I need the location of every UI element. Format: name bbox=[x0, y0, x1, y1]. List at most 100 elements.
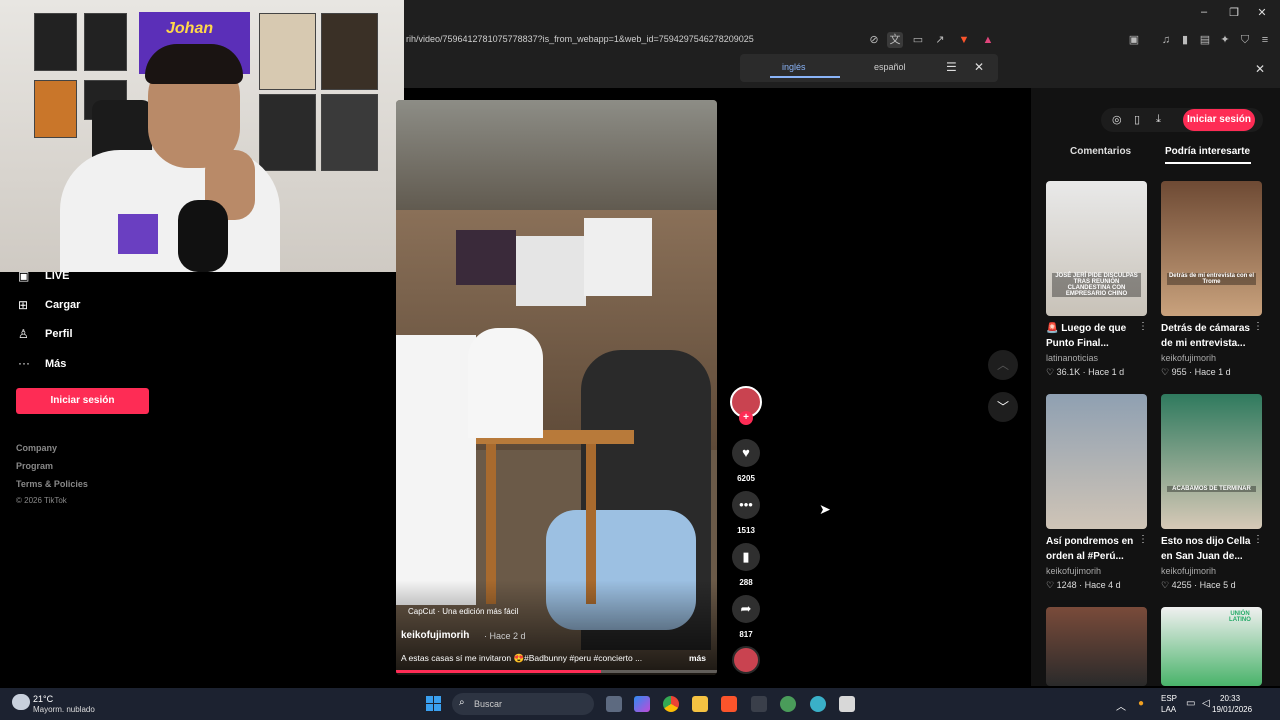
footer-company-link[interactable]: Company bbox=[16, 443, 57, 453]
footer-terms-link[interactable]: Terms & Policies bbox=[16, 479, 88, 489]
related-video-author[interactable]: keikofujimorih bbox=[1161, 353, 1216, 363]
cast-icon[interactable]: ▭ bbox=[910, 32, 926, 48]
name-banner-text: Johan bbox=[166, 20, 214, 37]
shirt-logo bbox=[118, 214, 158, 254]
brave-icon[interactable] bbox=[721, 696, 737, 712]
vpn-icon[interactable]: ⛉ bbox=[1237, 32, 1253, 48]
comment-icon[interactable]: ••• bbox=[732, 491, 760, 519]
taskbar-search-placeholder[interactable]: Buscar bbox=[474, 699, 502, 709]
card-options-icon[interactable]: ⋮ bbox=[1253, 321, 1263, 332]
caption-more-link[interactable]: más bbox=[689, 653, 706, 663]
wall-poster bbox=[34, 13, 77, 71]
wall-poster bbox=[321, 94, 378, 171]
related-video-thumbnail[interactable]: UNIÓN LATINO bbox=[1161, 607, 1262, 686]
extensions-icon[interactable]: ✦ bbox=[1217, 32, 1233, 48]
related-video-title[interactable]: 🚨 Luego de que Punto Final... bbox=[1046, 321, 1147, 351]
related-video-title[interactable]: Así pondremos en orden al #Perú... bbox=[1046, 534, 1147, 564]
close-video-icon[interactable]: ✕ bbox=[1255, 62, 1265, 76]
task-view-icon[interactable] bbox=[606, 696, 622, 712]
related-video-stats: ♡ 1248 · Hace 4 d bbox=[1046, 580, 1121, 591]
translate-close-icon[interactable]: ✕ bbox=[974, 60, 984, 74]
rewards-icon[interactable]: ▲ bbox=[980, 32, 996, 48]
sidebar-toggle-icon[interactable]: ▣ bbox=[1126, 32, 1142, 48]
mobile-icon[interactable]: ▯ bbox=[1134, 113, 1140, 126]
chrome-icon[interactable] bbox=[663, 696, 679, 712]
tab-comments[interactable]: Comentarios bbox=[1070, 146, 1131, 157]
share-arrow-icon[interactable]: ➦ bbox=[732, 595, 760, 623]
music-icon[interactable]: ♫ bbox=[1158, 32, 1174, 48]
file-explorer-icon[interactable] bbox=[692, 696, 708, 712]
related-video-stats: ♡ 955 · Hace 1 d bbox=[1161, 367, 1231, 378]
share-icon[interactable]: ↗ bbox=[932, 32, 948, 48]
related-video-thumbnail[interactable] bbox=[1046, 394, 1147, 529]
brave-shield-icon[interactable]: ▼ bbox=[956, 32, 972, 48]
no-tracking-icon[interactable]: ⊘ bbox=[866, 32, 882, 48]
edge-icon[interactable] bbox=[810, 696, 826, 712]
minimize-button[interactable]: – bbox=[1194, 6, 1214, 22]
reader-icon[interactable]: ▮ bbox=[1177, 32, 1193, 48]
sidebar-item-more[interactable]: Más bbox=[45, 358, 66, 370]
header-login-button[interactable]: Iniciar sesión bbox=[1183, 109, 1255, 131]
tray-overflow-icon[interactable]: ︿ bbox=[1116, 698, 1126, 713]
translate-popup: inglés español ☰ ✕ bbox=[740, 54, 998, 82]
follow-plus-icon[interactable]: + bbox=[739, 411, 753, 425]
next-video-button[interactable]: ﹀ bbox=[988, 392, 1018, 422]
music-disc-avatar[interactable] bbox=[732, 646, 760, 674]
separator: · bbox=[1076, 580, 1085, 590]
bookmark-icon[interactable]: ▮ bbox=[732, 543, 760, 571]
input-language[interactable]: ESP bbox=[1161, 694, 1177, 703]
start-button[interactable] bbox=[426, 696, 442, 712]
related-video-thumbnail[interactable] bbox=[1046, 607, 1147, 686]
wall-poster bbox=[259, 94, 316, 171]
app-icon[interactable] bbox=[839, 696, 855, 712]
related-video-title[interactable]: Esto nos dijo Cella en San Juan de... bbox=[1161, 534, 1262, 564]
login-button[interactable]: Iniciar sesión bbox=[16, 388, 149, 414]
related-video-author[interactable]: keikofujimorih bbox=[1046, 566, 1101, 576]
related-video-author[interactable]: keikofujimorih bbox=[1161, 566, 1216, 576]
video-progress-bar[interactable] bbox=[396, 670, 717, 673]
chrome-profile-icon[interactable] bbox=[780, 696, 796, 712]
weather-description[interactable]: Mayorm. nublado bbox=[33, 705, 95, 714]
card-options-icon[interactable]: ⋮ bbox=[1138, 321, 1148, 332]
wallet-icon[interactable]: ▤ bbox=[1197, 32, 1213, 48]
related-video-thumbnail[interactable]: JOSÉ JERÍ PIDE DISCULPAS TRAS REUNIÓN CL… bbox=[1046, 181, 1147, 316]
video-author[interactable]: keikofujimorih bbox=[401, 630, 469, 641]
related-video-thumbnail[interactable]: Detrás de mi entrevista con el Trome bbox=[1161, 181, 1262, 316]
microphone-icon[interactable]: ● bbox=[1138, 698, 1144, 709]
video-player[interactable]: CapCut · Una edición más fácil keikofuji… bbox=[396, 100, 717, 675]
close-window-button[interactable]: ✕ bbox=[1252, 6, 1272, 22]
copilot-icon[interactable] bbox=[634, 696, 650, 712]
separator: · bbox=[1080, 367, 1089, 377]
sidebar-item-profile[interactable]: Perfil bbox=[45, 328, 73, 340]
card-options-icon[interactable]: ⋮ bbox=[1138, 534, 1148, 545]
weather-cloud-icon[interactable] bbox=[12, 694, 30, 710]
source-language-tab[interactable]: inglés bbox=[782, 62, 806, 72]
translate-icon[interactable]: 文 bbox=[887, 32, 903, 48]
input-layout[interactable]: LAA bbox=[1161, 705, 1176, 714]
clock-date[interactable]: 19/01/2026 bbox=[1212, 705, 1252, 714]
card-options-icon[interactable]: ⋮ bbox=[1253, 534, 1263, 545]
url-text[interactable]: rih/video/7596412781075778837?is_from_we… bbox=[406, 34, 754, 44]
like-count: 6205 bbox=[737, 474, 755, 483]
webcam-overlay: Johan bbox=[0, 0, 404, 272]
weather-temperature[interactable]: 21°C bbox=[33, 694, 53, 704]
video-scene-person bbox=[468, 328, 543, 438]
previous-video-button[interactable]: ︿ bbox=[988, 350, 1018, 380]
related-video-author[interactable]: latinanoticias bbox=[1046, 353, 1098, 363]
compass-icon[interactable]: ◎ bbox=[1112, 113, 1122, 126]
translate-menu-icon[interactable]: ☰ bbox=[946, 60, 957, 74]
download-icon[interactable]: ⤓ bbox=[1156, 113, 1161, 126]
sidebar-item-upload[interactable]: Cargar bbox=[45, 299, 80, 311]
like-icon[interactable]: ♥ bbox=[732, 439, 760, 467]
app-icon[interactable] bbox=[751, 696, 767, 712]
volume-icon[interactable]: ◁ bbox=[1202, 698, 1210, 709]
clock-time[interactable]: 20:33 bbox=[1220, 694, 1240, 703]
related-video-title[interactable]: Detrás de cámaras de mi entrevista... bbox=[1161, 321, 1262, 351]
related-video-thumbnail[interactable]: ACABAMOS DE TERMINAR bbox=[1161, 394, 1262, 529]
maximize-button[interactable]: ❐ bbox=[1224, 6, 1244, 22]
target-language-tab[interactable]: español bbox=[874, 62, 906, 72]
network-icon[interactable]: ▭ bbox=[1186, 698, 1195, 709]
tab-related[interactable]: Podría interesarte bbox=[1165, 146, 1250, 157]
footer-program-link[interactable]: Program bbox=[16, 461, 53, 471]
menu-icon[interactable]: ≡ bbox=[1257, 32, 1273, 48]
